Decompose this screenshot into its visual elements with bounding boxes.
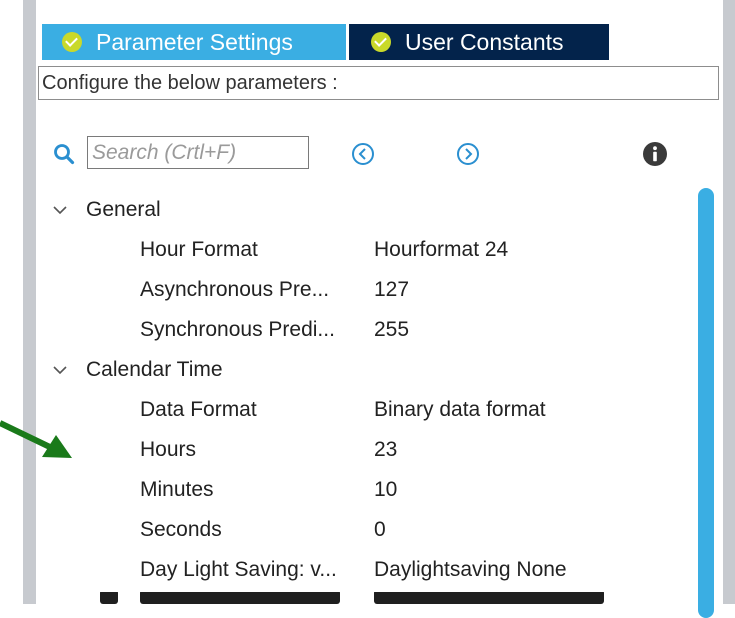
chevron-down-icon xyxy=(53,366,67,375)
param-value: Binary data format xyxy=(374,398,546,421)
previous-match-button[interactable] xyxy=(351,142,375,166)
tab-user-constants[interactable]: User Constants xyxy=(349,24,609,60)
cut-off-text xyxy=(140,592,340,604)
param-name: Minutes xyxy=(140,478,214,501)
param-name: Data Format xyxy=(140,398,257,421)
panel-left-border xyxy=(23,0,36,604)
group-label: General xyxy=(86,198,161,221)
param-name: Synchronous Predi... xyxy=(140,318,335,341)
param-value: Hourformat 24 xyxy=(374,238,509,261)
group-label: Calendar Time xyxy=(86,358,223,381)
cut-off-text xyxy=(100,592,118,604)
param-value: 127 xyxy=(374,278,410,301)
param-name: Asynchronous Pre... xyxy=(140,278,330,301)
info-icon[interactable] xyxy=(642,141,668,167)
cut-off-text xyxy=(374,592,604,604)
vertical-scrollbar[interactable] xyxy=(698,188,714,618)
configure-header: Configure the below parameters : xyxy=(38,66,719,100)
param-name: Hour Format xyxy=(140,238,258,261)
search-icon[interactable] xyxy=(53,143,75,165)
next-match-button[interactable] xyxy=(456,142,480,166)
search-input[interactable] xyxy=(87,136,309,169)
param-value: Daylightsaving None xyxy=(374,558,567,581)
param-value: 23 xyxy=(374,438,398,461)
panel-right-border xyxy=(723,0,735,604)
param-value: 10 xyxy=(374,478,398,501)
chevron-down-icon xyxy=(53,206,67,215)
scrollbar-thumb[interactable] xyxy=(698,188,714,618)
param-name: Hours xyxy=(140,438,197,461)
tab-label: Parameter Settings xyxy=(96,28,293,55)
annotation-arrow-icon xyxy=(0,420,72,458)
param-value: 255 xyxy=(374,318,410,341)
param-name: Day Light Saving: v... xyxy=(140,558,337,581)
window-left-margin xyxy=(0,0,23,604)
param-name: Seconds xyxy=(140,518,222,541)
cut-off-row xyxy=(0,592,690,604)
tab-label: User Constants xyxy=(405,28,564,55)
check-circle-icon xyxy=(62,32,82,52)
tab-parameter-settings[interactable]: Parameter Settings xyxy=(42,24,346,60)
param-value: 0 xyxy=(374,518,386,541)
check-circle-icon xyxy=(371,32,391,52)
